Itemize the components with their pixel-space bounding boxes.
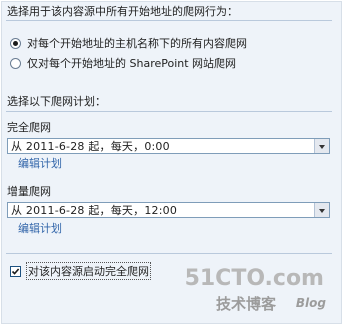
divider (6, 253, 332, 254)
watermark-sub: 技术博客 (216, 295, 277, 313)
crawl-scope-title: 选择用于该内容源中所有开始地址的爬网行为： (7, 5, 238, 18)
checkmark-icon (11, 267, 20, 275)
radio-crawl-sharepoint-site-only[interactable]: 仅对每个开始地址的 SharePoint 网站爬网 (10, 55, 236, 71)
watermark-blog: Blog (295, 296, 326, 310)
full-crawl-schedule-value: 从 2011-6-28 起，每天，0:00 (11, 140, 170, 153)
start-full-crawl-checkbox[interactable] (10, 265, 21, 277)
full-crawl-label: 完全爬网 (7, 121, 51, 134)
chevron-down-icon[interactable] (314, 139, 329, 153)
incremental-crawl-schedule-value: 从 2011-6-28 起，每天，12:00 (11, 204, 178, 217)
incremental-crawl-schedule-select[interactable]: 从 2011-6-28 起，每天，12:00 (7, 202, 330, 218)
radio-button[interactable] (10, 57, 21, 69)
edit-full-crawl-schedule-link[interactable]: 编辑计划 (18, 155, 62, 171)
watermark-logo: 51CTO.com 技术博客 Blog (185, 266, 332, 318)
radio-label: 对每个开始地址的主机名称下的所有内容爬网 (27, 37, 247, 50)
radio-label: 仅对每个开始地址的 SharePoint 网站爬网 (27, 57, 237, 70)
radio-crawl-all-under-hostname[interactable]: 对每个开始地址的主机名称下的所有内容爬网 (10, 35, 247, 51)
edit-incremental-crawl-schedule-link[interactable]: 编辑计划 (18, 220, 62, 236)
crawl-schedule-title: 选择以下爬网计划： (7, 95, 106, 108)
chevron-down-icon[interactable] (314, 203, 329, 217)
divider (6, 20, 332, 21)
start-full-crawl-label: 对该内容源启动完全爬网 (26, 262, 151, 280)
start-full-crawl-option[interactable]: 对该内容源启动完全爬网 (10, 262, 151, 280)
full-crawl-schedule-select[interactable]: 从 2011-6-28 起，每天，0:00 (7, 138, 330, 154)
watermark-main: 51CTO.com (184, 266, 324, 291)
divider (6, 111, 332, 112)
radio-button[interactable] (10, 37, 21, 49)
incremental-crawl-label: 增量爬网 (7, 185, 51, 198)
